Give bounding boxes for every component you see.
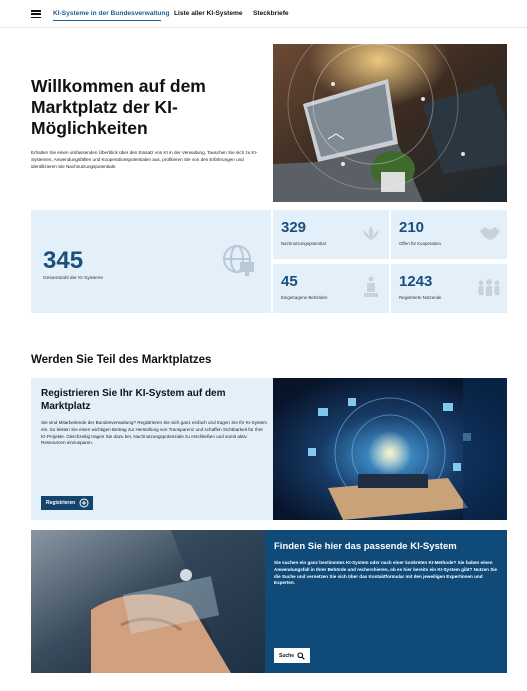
hero-image-laptop-meeting — [273, 44, 507, 202]
search-icon — [297, 651, 305, 660]
search-button-label: Suche — [279, 652, 295, 659]
hamburger-menu-icon[interactable] — [31, 10, 41, 19]
register-text: Sie sind Mitarbeitende der Bundesverwalt… — [41, 420, 267, 446]
search-card: Finden Sie hier das passende KI-System S… — [31, 530, 507, 673]
stat-authorities-value: 45 — [281, 273, 298, 290]
stat-total-label: Gesamtzahl der KI-Systeme — [43, 276, 103, 281]
stat-users: 1243 Registrierte Nutzende — [391, 264, 507, 313]
stat-reuse-potential: 329 Nachnutzungspotential — [273, 210, 389, 259]
register-image-smartphone-network — [273, 378, 507, 520]
hero-text: Erhalten Sie einen umfassenden Überblick… — [31, 150, 258, 169]
stat-users-value: 1243 — [399, 273, 433, 290]
search-title: Finden Sie hier das passende KI-System — [274, 541, 457, 552]
users-icon — [478, 279, 500, 296]
register-button[interactable]: Registrieren — [41, 496, 94, 510]
stat-cooperation: 210 Offen für Kooperation — [391, 210, 507, 259]
stat-users-label: Registrierte Nutzende — [399, 295, 442, 300]
statistics-panel: 345 Gesamtzahl der KI-Systeme 329 Nachnu… — [31, 210, 507, 313]
search-image-hands-tablet — [31, 530, 265, 673]
handshake-icon — [480, 227, 500, 240]
stat-cooperation-label: Offen für Kooperation — [399, 241, 441, 246]
active-nav-underline — [53, 20, 161, 21]
plus-circle-icon — [79, 498, 89, 508]
lotus-icon — [363, 226, 379, 240]
stat-reuse-value: 329 — [281, 219, 307, 236]
stat-authorities-label: Eingetragene Behörden — [281, 295, 328, 300]
stat-authorities: 45 Eingetragene Behörden — [273, 264, 389, 313]
search-text: Sie suchen ein ganz bestimmtes KI-System… — [274, 560, 498, 586]
stat-total-value: 345 — [43, 247, 84, 274]
stat-reuse-label: Nachnutzungspotential — [281, 241, 326, 246]
register-card: Registrieren Sie Ihr KI-System auf dem M… — [31, 378, 507, 520]
register-button-label: Registrieren — [46, 500, 76, 506]
hero-title: Willkommen auf dem Marktplatz der KI-Mög… — [31, 76, 206, 138]
nav-link-ki-systeme[interactable]: KI-Systeme in der Bundesverwaltung — [53, 10, 170, 17]
search-button[interactable]: Suche — [274, 648, 311, 663]
building-icon — [364, 276, 378, 297]
nav-link-liste[interactable]: Liste aller KI-Systeme — [174, 10, 243, 17]
stat-cooperation-value: 210 — [399, 219, 425, 236]
register-title: Registrieren Sie Ihr KI-System auf dem M… — [41, 388, 226, 412]
top-navigation: KI-Systeme in der Bundesverwaltung Liste… — [0, 0, 527, 28]
stat-total-systems: 345 Gesamtzahl der KI-Systeme — [31, 210, 271, 313]
nav-link-steckbriefe[interactable]: Steckbriefe — [253, 10, 289, 17]
globe-monitor-icon — [223, 245, 254, 276]
section-title: Werden Sie Teil des Marktplatzes — [31, 354, 212, 366]
